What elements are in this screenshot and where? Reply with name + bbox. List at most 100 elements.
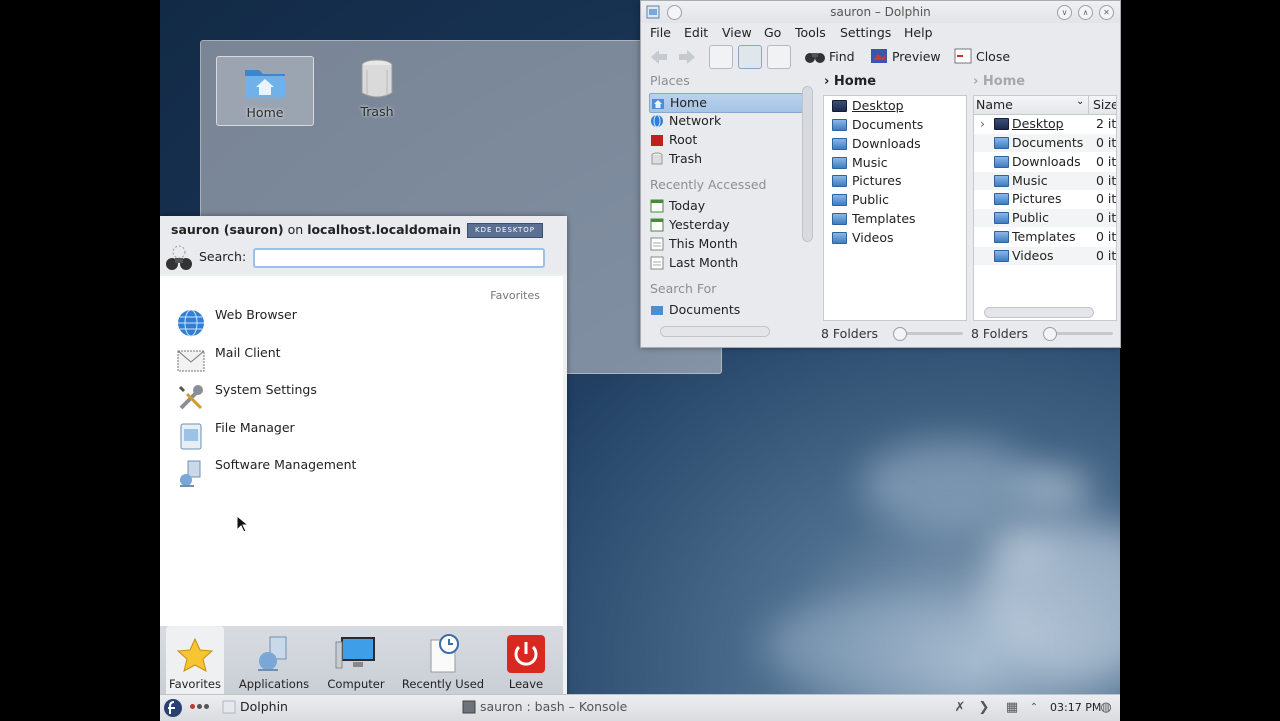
detail-row[interactable]: Pictures 0 it <box>974 190 1116 208</box>
package-updater-icon[interactable]: ▦ <box>1004 700 1020 716</box>
desktop-icon-trash[interactable]: Trash <box>329 56 425 124</box>
folder-row[interactable]: Downloads <box>832 135 921 153</box>
favorite-mail-client[interactable]: Mail Client <box>174 344 544 378</box>
menu-file[interactable]: File <box>650 25 671 40</box>
favorite-web-browser[interactable]: Web Browser <box>174 306 544 340</box>
detail-row[interactable]: Music 0 it <box>974 172 1116 190</box>
pager-dot[interactable] <box>204 704 209 709</box>
search-documents[interactable]: Documents <box>649 301 801 319</box>
volume-icon[interactable]: ❯ <box>976 700 992 716</box>
pager-dot[interactable] <box>190 704 195 709</box>
minimize-button[interactable]: ∨ <box>1057 5 1072 20</box>
zoom-slider-handle[interactable] <box>1043 327 1057 341</box>
menu-edit[interactable]: Edit <box>684 25 708 40</box>
folder-label: Downloads <box>852 136 921 151</box>
place-home[interactable]: Home <box>649 93 803 113</box>
home-folder-icon <box>652 99 664 109</box>
maximize-button[interactable]: ∧ <box>1078 5 1093 20</box>
tab-leave[interactable]: Leave <box>500 626 552 696</box>
search-input[interactable] <box>253 248 545 268</box>
folder-icon <box>832 175 847 187</box>
folder-label: Pictures <box>1012 191 1062 206</box>
favorite-software-management[interactable]: Software Management <box>174 456 544 490</box>
pager-dot[interactable] <box>197 704 202 709</box>
trash-icon <box>651 152 663 165</box>
home-folder-icon <box>245 70 285 98</box>
folder-icon <box>994 137 1009 149</box>
columns-view-button[interactable] <box>767 45 791 69</box>
folder-row[interactable]: Videos <box>832 229 894 247</box>
places-scrollbar[interactable] <box>802 86 813 242</box>
tab-favorites[interactable]: Favorites <box>166 626 224 696</box>
menu-view[interactable]: View <box>722 25 752 40</box>
place-network[interactable]: Network <box>649 112 801 130</box>
dolphin-app-icon <box>222 700 236 714</box>
detail-row[interactable]: Documents 0 it <box>974 134 1116 152</box>
dolphin-app-icon <box>646 5 660 19</box>
zoom-slider-handle[interactable] <box>893 327 907 341</box>
folder-icon <box>832 157 847 169</box>
icons-view-button[interactable] <box>709 45 733 69</box>
recent-this-month[interactable]: This Month <box>649 235 801 253</box>
column-name[interactable]: Name <box>976 97 1013 112</box>
panel-toolbox-icon[interactable]: ◍ <box>1098 700 1114 716</box>
place-root[interactable]: Root <box>649 131 801 149</box>
details-view-button[interactable] <box>738 45 762 69</box>
pin-button[interactable] <box>667 5 682 20</box>
menu-help[interactable]: Help <box>904 25 933 40</box>
menu-bar: File Edit View Go Tools Settings Help <box>641 23 1120 43</box>
expand-tray-icon[interactable]: ⌃ <box>1026 700 1042 716</box>
folder-label: Templates <box>1012 229 1076 244</box>
folder-row[interactable]: Pictures <box>832 172 902 190</box>
close-split-button[interactable]: Close <box>954 47 1010 67</box>
kickoff-launcher: sauron (sauron) on localhost.localdomain… <box>160 216 567 696</box>
left-zoom-slider[interactable] <box>893 327 963 341</box>
preview-button[interactable]: Preview <box>870 47 941 67</box>
right-zoom-slider[interactable] <box>1043 327 1113 341</box>
details-h-scrollbar[interactable] <box>984 307 1094 318</box>
folder-row[interactable]: Templates <box>832 210 916 228</box>
recent-last-month[interactable]: Last Month <box>649 254 801 272</box>
folder-row[interactable]: Desktop <box>832 97 904 115</box>
close-window-button[interactable]: ✕ <box>1099 5 1114 20</box>
back-arrow-icon[interactable] <box>649 48 669 66</box>
menu-settings[interactable]: Settings <box>840 25 891 40</box>
clock[interactable]: 03:17 PM <box>1050 701 1101 714</box>
tab-applications[interactable]: Applications <box>238 626 310 696</box>
desktop-icon-home[interactable]: Home <box>216 56 314 126</box>
calendar-icon <box>650 237 664 251</box>
folder-row[interactable]: Music <box>832 154 888 172</box>
menu-go[interactable]: Go <box>764 25 781 40</box>
task-label: Dolphin <box>239 699 288 714</box>
clipboard-icon[interactable]: ✗ <box>952 700 968 716</box>
favorite-system-settings[interactable]: System Settings <box>174 381 544 415</box>
recent-today[interactable]: Today <box>649 197 801 215</box>
detail-row[interactable]: Downloads 0 it <box>974 153 1116 171</box>
breadcrumb-left[interactable]: › Home <box>824 74 876 89</box>
task-dolphin[interactable]: Dolphin <box>222 699 288 714</box>
folder-icon <box>994 231 1009 243</box>
find-button[interactable]: Find <box>805 47 855 67</box>
breadcrumb-right[interactable]: › Home <box>973 74 1025 89</box>
place-label: Root <box>669 132 698 147</box>
forward-arrow-icon[interactable] <box>677 48 697 66</box>
calendar-icon <box>650 218 664 232</box>
place-trash[interactable]: Trash <box>649 150 801 168</box>
detail-row[interactable]: Templates 0 it <box>974 228 1116 246</box>
detail-row[interactable]: Videos 0 it <box>974 247 1116 265</box>
window-titlebar[interactable]: sauron – Dolphin ∨ ∧ ✕ <box>641 1 1120 23</box>
folder-row[interactable]: Public <box>832 191 889 209</box>
menu-tools[interactable]: Tools <box>795 25 826 40</box>
recent-yesterday[interactable]: Yesterday <box>649 216 801 234</box>
favorite-file-manager[interactable]: File Manager <box>174 419 544 453</box>
tab-recently-used[interactable]: Recently Used <box>401 626 485 696</box>
size-label: 0 it <box>1096 229 1117 244</box>
detail-row[interactable]: Public 0 it <box>974 209 1116 227</box>
column-size[interactable]: Size <box>1093 97 1116 112</box>
tab-computer[interactable]: Computer <box>326 626 386 696</box>
folder-row[interactable]: Documents <box>832 116 923 134</box>
detail-row[interactable]: › Desktop 2 it <box>974 115 1116 133</box>
places-h-scrollbar[interactable] <box>660 326 770 337</box>
fedora-launcher-icon[interactable] <box>163 698 183 718</box>
task-konsole[interactable]: sauron : bash – Konsole <box>462 699 627 714</box>
